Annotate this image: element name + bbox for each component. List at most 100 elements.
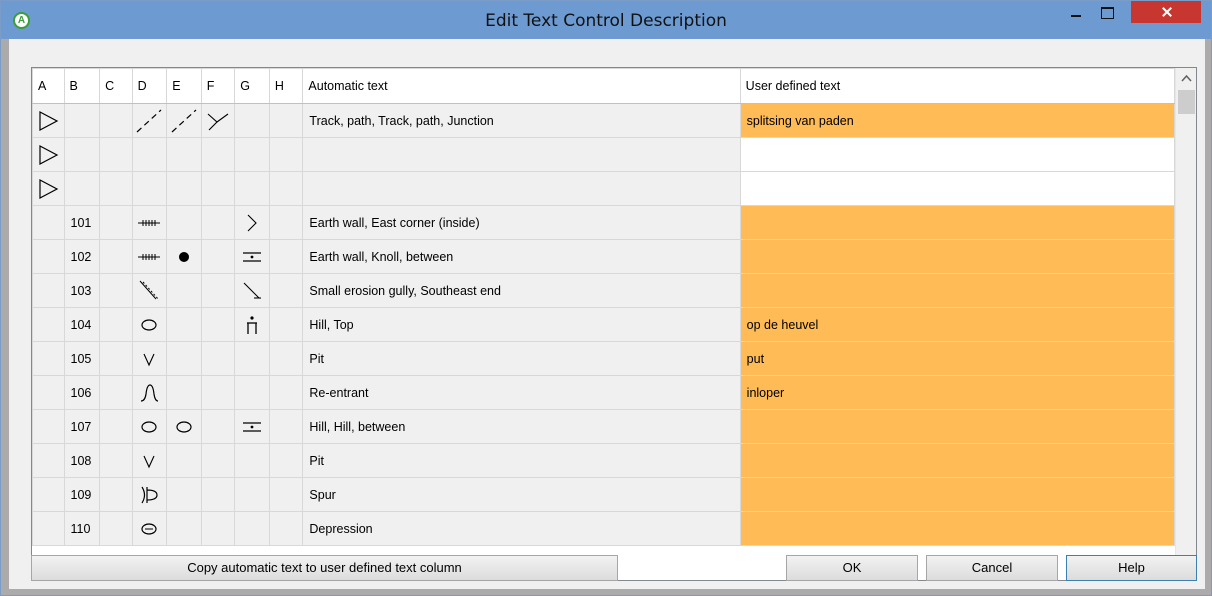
symbol-cell-a[interactable] — [32, 477, 65, 512]
column-header-automatic-text[interactable]: Automatic text — [302, 68, 741, 104]
symbol-cell-c[interactable] — [99, 205, 133, 240]
table-row[interactable]: 109 Spur — [32, 477, 1176, 512]
symbol-cell-c[interactable] — [99, 137, 133, 172]
symbol-cell-h[interactable] — [268, 511, 304, 546]
vertical-scrollbar[interactable] — [1175, 68, 1196, 580]
title-bar[interactable]: A Edit Text Control Description — [1, 1, 1211, 39]
symbol-cell-a[interactable] — [32, 273, 65, 308]
symbol-cell-a[interactable] — [32, 137, 65, 172]
table-row[interactable]: 104 Hill, Top op de heuvel — [32, 307, 1176, 342]
column-header-a[interactable]: A — [32, 68, 65, 104]
symbol-cell-f[interactable] — [200, 103, 236, 138]
symbol-cell-g[interactable] — [234, 205, 270, 240]
symbol-cell-a[interactable] — [32, 375, 65, 410]
user-defined-text-cell[interactable] — [739, 409, 1176, 444]
symbol-cell-c[interactable] — [99, 239, 133, 274]
symbol-cell-c[interactable] — [99, 375, 133, 410]
column-header-b[interactable]: B — [63, 68, 101, 104]
symbol-cell-h[interactable] — [268, 205, 304, 240]
table-row[interactable]: Track, path, Track, path, Junction splits… — [32, 103, 1176, 138]
table-row[interactable]: 101 Earth wall, East corner (inside) — [32, 205, 1176, 240]
column-header-g[interactable]: G — [234, 68, 270, 104]
symbol-cell-e[interactable] — [166, 375, 202, 410]
help-button[interactable]: Help — [1066, 555, 1197, 581]
symbol-cell-h[interactable] — [268, 103, 304, 138]
symbol-cell-c[interactable] — [99, 443, 133, 478]
table-row[interactable]: 102 Earth wall, Knoll, between — [32, 239, 1176, 274]
column-header-d[interactable]: D — [131, 68, 168, 104]
table-row[interactable] — [32, 137, 1176, 172]
user-defined-text-cell[interactable] — [739, 171, 1176, 206]
symbol-cell-c[interactable] — [99, 273, 133, 308]
symbol-cell-h[interactable] — [268, 477, 304, 512]
symbol-cell-d[interactable] — [131, 205, 168, 240]
symbol-cell-d[interactable] — [131, 307, 168, 342]
column-header-c[interactable]: C — [99, 68, 133, 104]
symbol-cell-d[interactable] — [131, 409, 168, 444]
table-row[interactable]: 106 Re-entrant inloper — [32, 375, 1176, 410]
symbol-cell-h[interactable] — [268, 443, 304, 478]
symbol-cell-h[interactable] — [268, 171, 304, 206]
user-defined-text-cell[interactable] — [739, 239, 1176, 274]
symbol-cell-f[interactable] — [200, 341, 236, 376]
symbol-cell-d[interactable] — [131, 375, 168, 410]
scroll-up-arrow-icon[interactable] — [1176, 68, 1196, 89]
control-code-cell[interactable]: 103 — [63, 273, 101, 308]
symbol-cell-a[interactable] — [32, 205, 65, 240]
symbol-cell-e[interactable] — [166, 239, 202, 274]
symbol-cell-g[interactable] — [234, 375, 270, 410]
minimize-button[interactable] — [1062, 1, 1090, 23]
symbol-cell-g[interactable] — [234, 103, 270, 138]
symbol-cell-h[interactable] — [268, 273, 304, 308]
column-header-h[interactable]: H — [268, 68, 304, 104]
symbol-cell-f[interactable] — [200, 137, 236, 172]
cancel-button[interactable]: Cancel — [926, 555, 1058, 581]
symbol-cell-g[interactable] — [234, 171, 270, 206]
close-button[interactable] — [1131, 1, 1201, 23]
symbol-cell-c[interactable] — [99, 409, 133, 444]
control-code-cell[interactable]: 104 — [63, 307, 101, 342]
symbol-cell-e[interactable] — [166, 443, 202, 478]
control-code-cell[interactable]: 105 — [63, 341, 101, 376]
user-defined-text-cell[interactable]: inloper — [739, 375, 1176, 410]
column-header-e[interactable]: E — [166, 68, 202, 104]
control-code-cell[interactable]: 108 — [63, 443, 101, 478]
user-defined-text-cell[interactable] — [739, 511, 1176, 546]
symbol-cell-e[interactable] — [166, 205, 202, 240]
ok-button[interactable]: OK — [786, 555, 918, 581]
symbol-cell-a[interactable] — [32, 307, 65, 342]
symbol-cell-a[interactable] — [32, 341, 65, 376]
symbol-cell-h[interactable] — [268, 239, 304, 274]
copy-automatic-text-button[interactable]: Copy automatic text to user defined text… — [31, 555, 618, 581]
column-header-user-defined-text[interactable]: User defined text — [739, 68, 1176, 104]
symbol-cell-d[interactable] — [131, 137, 168, 172]
symbol-cell-h[interactable] — [268, 307, 304, 342]
user-defined-text-cell[interactable] — [739, 205, 1176, 240]
symbol-cell-d[interactable] — [131, 341, 168, 376]
user-defined-text-cell[interactable]: op de heuvel — [739, 307, 1176, 342]
symbol-cell-f[interactable] — [200, 477, 236, 512]
symbol-cell-d[interactable] — [131, 171, 168, 206]
symbol-cell-e[interactable] — [166, 477, 202, 512]
symbol-cell-e[interactable] — [166, 273, 202, 308]
symbol-cell-f[interactable] — [200, 409, 236, 444]
symbol-cell-e[interactable] — [166, 103, 202, 138]
symbol-cell-e[interactable] — [166, 341, 202, 376]
symbol-cell-g[interactable] — [234, 137, 270, 172]
symbol-cell-a[interactable] — [32, 409, 65, 444]
control-code-cell[interactable] — [63, 171, 101, 206]
control-code-cell[interactable]: 109 — [63, 477, 101, 512]
symbol-cell-c[interactable] — [99, 171, 133, 206]
symbol-cell-f[interactable] — [200, 171, 236, 206]
symbol-cell-d[interactable] — [131, 511, 168, 546]
symbol-cell-g[interactable] — [234, 511, 270, 546]
user-defined-text-cell[interactable] — [739, 477, 1176, 512]
symbol-cell-f[interactable] — [200, 239, 236, 274]
symbol-cell-d[interactable] — [131, 103, 168, 138]
user-defined-text-cell[interactable]: splitsing van paden — [739, 103, 1176, 138]
user-defined-text-cell[interactable]: put — [739, 341, 1176, 376]
symbol-cell-e[interactable] — [166, 307, 202, 342]
symbol-cell-g[interactable] — [234, 341, 270, 376]
symbol-cell-d[interactable] — [131, 443, 168, 478]
scrollbar-thumb[interactable] — [1178, 90, 1195, 114]
